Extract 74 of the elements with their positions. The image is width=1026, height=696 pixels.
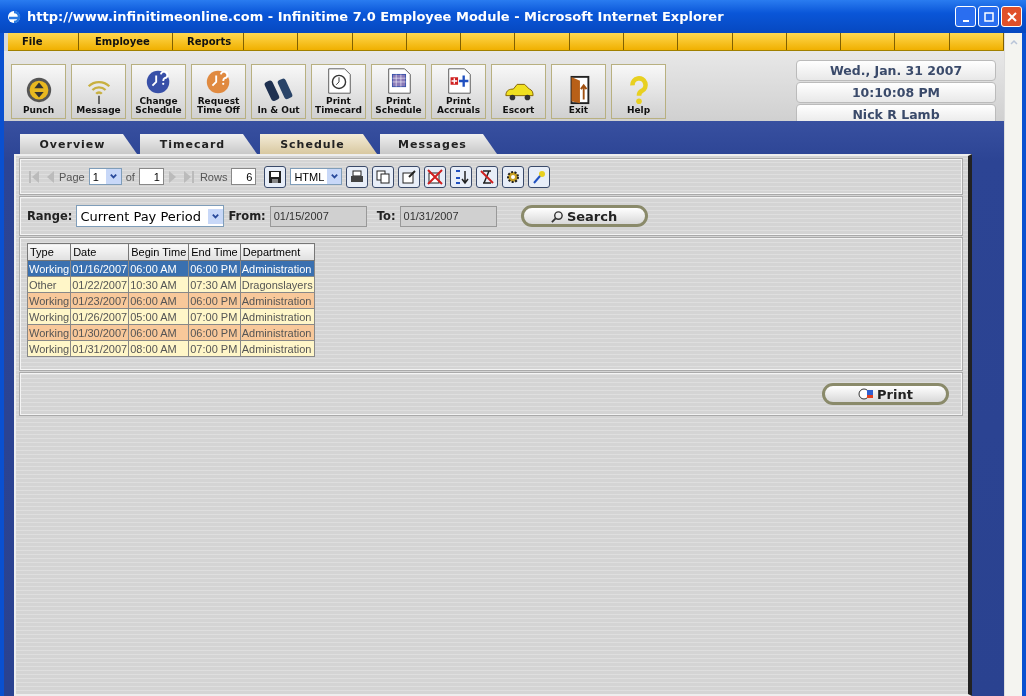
- window-title: http://www.infinitimeonline.com - Infinitime 7.0 Employee Module - Microsoft Internet Explorer: [27, 9, 725, 24]
- minimize-icon: [962, 19, 969, 22]
- date-display: Wed., Jan. 31 2007: [796, 60, 996, 81]
- tab[interactable]: Overview: [20, 134, 137, 154]
- page-label: Page: [59, 170, 85, 183]
- maximize-icon: [983, 11, 994, 22]
- print-button[interactable]: [346, 165, 369, 188]
- sort-button[interactable]: [450, 165, 473, 188]
- toolbar-button[interactable]: Print Accruals: [431, 64, 486, 119]
- menu-item[interactable]: Employee: [79, 33, 173, 50]
- toolbar-button[interactable]: Print Schedule: [371, 64, 426, 119]
- crossed-sort-icon: [479, 168, 496, 185]
- key-icon: [531, 168, 548, 185]
- toolbar-button[interactable]: Escort: [491, 64, 546, 119]
- save-button[interactable]: [264, 165, 287, 188]
- page-select[interactable]: 1: [88, 168, 122, 185]
- copy-button[interactable]: [372, 165, 395, 188]
- tab[interactable]: Schedule: [260, 134, 377, 154]
- rows-field[interactable]: 6: [231, 168, 257, 185]
- column-header[interactable]: Begin Time: [128, 243, 189, 261]
- search-icon: [550, 209, 564, 223]
- page-count-field[interactable]: 1: [138, 168, 164, 185]
- print-report-button[interactable]: Print: [822, 383, 949, 405]
- time-display: 10:10:08 PM: [796, 82, 996, 103]
- column-header[interactable]: Date: [70, 243, 129, 261]
- minimize-button[interactable]: [955, 6, 976, 27]
- toolbar-button[interactable]: Help: [611, 64, 666, 119]
- gear-icon: [505, 168, 522, 185]
- close-button[interactable]: [1001, 6, 1022, 27]
- toolbar-button[interactable]: Message: [71, 64, 126, 119]
- toolbar-button[interactable]: Punch: [11, 64, 66, 119]
- tab[interactable]: Messages: [380, 134, 497, 154]
- menu-item[interactable]: File: [8, 33, 79, 50]
- table-row[interactable]: Working 01/23/2007 06:00 AM 06:00 PM Administration: [27, 292, 315, 309]
- printer-logo-icon: [858, 387, 875, 401]
- toolbar-button[interactable]: Print Timecard: [311, 64, 366, 119]
- of-label: of: [125, 170, 135, 183]
- table-row[interactable]: Working 01/16/2007 06:00 AM 06:00 PM Administration: [27, 260, 315, 277]
- toolbar-button[interactable]: Request Time Off: [191, 64, 246, 119]
- tab[interactable]: Timecard: [140, 134, 257, 154]
- crossed-document-icon: [427, 168, 444, 185]
- table-row[interactable]: Working 01/31/2007 08:00 AM 07:00 PM Administration: [27, 340, 315, 357]
- toolbar-button[interactable]: Change Schedule: [131, 64, 186, 119]
- sort-icon: [453, 168, 470, 185]
- clear-filter-button[interactable]: [424, 165, 447, 188]
- rows-label: Rows: [199, 170, 228, 183]
- range-select[interactable]: Current Pay Period: [76, 205, 225, 227]
- key-button[interactable]: [528, 165, 551, 188]
- column-header[interactable]: End Time: [188, 243, 241, 261]
- column-header[interactable]: Department: [240, 243, 315, 261]
- table-row[interactable]: Working 01/26/2007 05:00 AM 07:00 PM Administration: [27, 308, 315, 325]
- range-label: Range:: [27, 209, 73, 223]
- properties-button[interactable]: [398, 165, 421, 188]
- to-label: To:: [376, 209, 396, 223]
- to-date-field[interactable]: 01/31/2007: [399, 205, 497, 227]
- toolbar-button[interactable]: In & Out: [251, 64, 306, 119]
- column-header[interactable]: Type: [27, 243, 71, 261]
- table-row[interactable]: Working 01/30/2007 06:00 AM 06:00 PM Administration: [27, 324, 315, 341]
- printer-icon: [349, 168, 366, 185]
- scrollbar[interactable]: [1004, 33, 1022, 696]
- toolbar-button[interactable]: Exit: [551, 64, 606, 119]
- search-button[interactable]: Search: [520, 205, 648, 227]
- maximize-button[interactable]: [978, 6, 999, 27]
- from-date-field[interactable]: 01/15/2007: [269, 205, 367, 227]
- document-pencil-icon: [401, 168, 418, 185]
- close-icon: [1006, 11, 1017, 22]
- table-row[interactable]: Other 01/22/2007 10:30 AM 07:30 AM Dragonslayers: [27, 276, 315, 293]
- copy-icon: [375, 168, 392, 185]
- settings-button[interactable]: [502, 165, 525, 188]
- from-label: From:: [228, 209, 266, 223]
- browser-icon: [6, 8, 22, 25]
- format-select[interactable]: HTML: [290, 168, 343, 185]
- menu-item[interactable]: Reports: [173, 33, 244, 50]
- clear-sort-button[interactable]: [476, 165, 499, 188]
